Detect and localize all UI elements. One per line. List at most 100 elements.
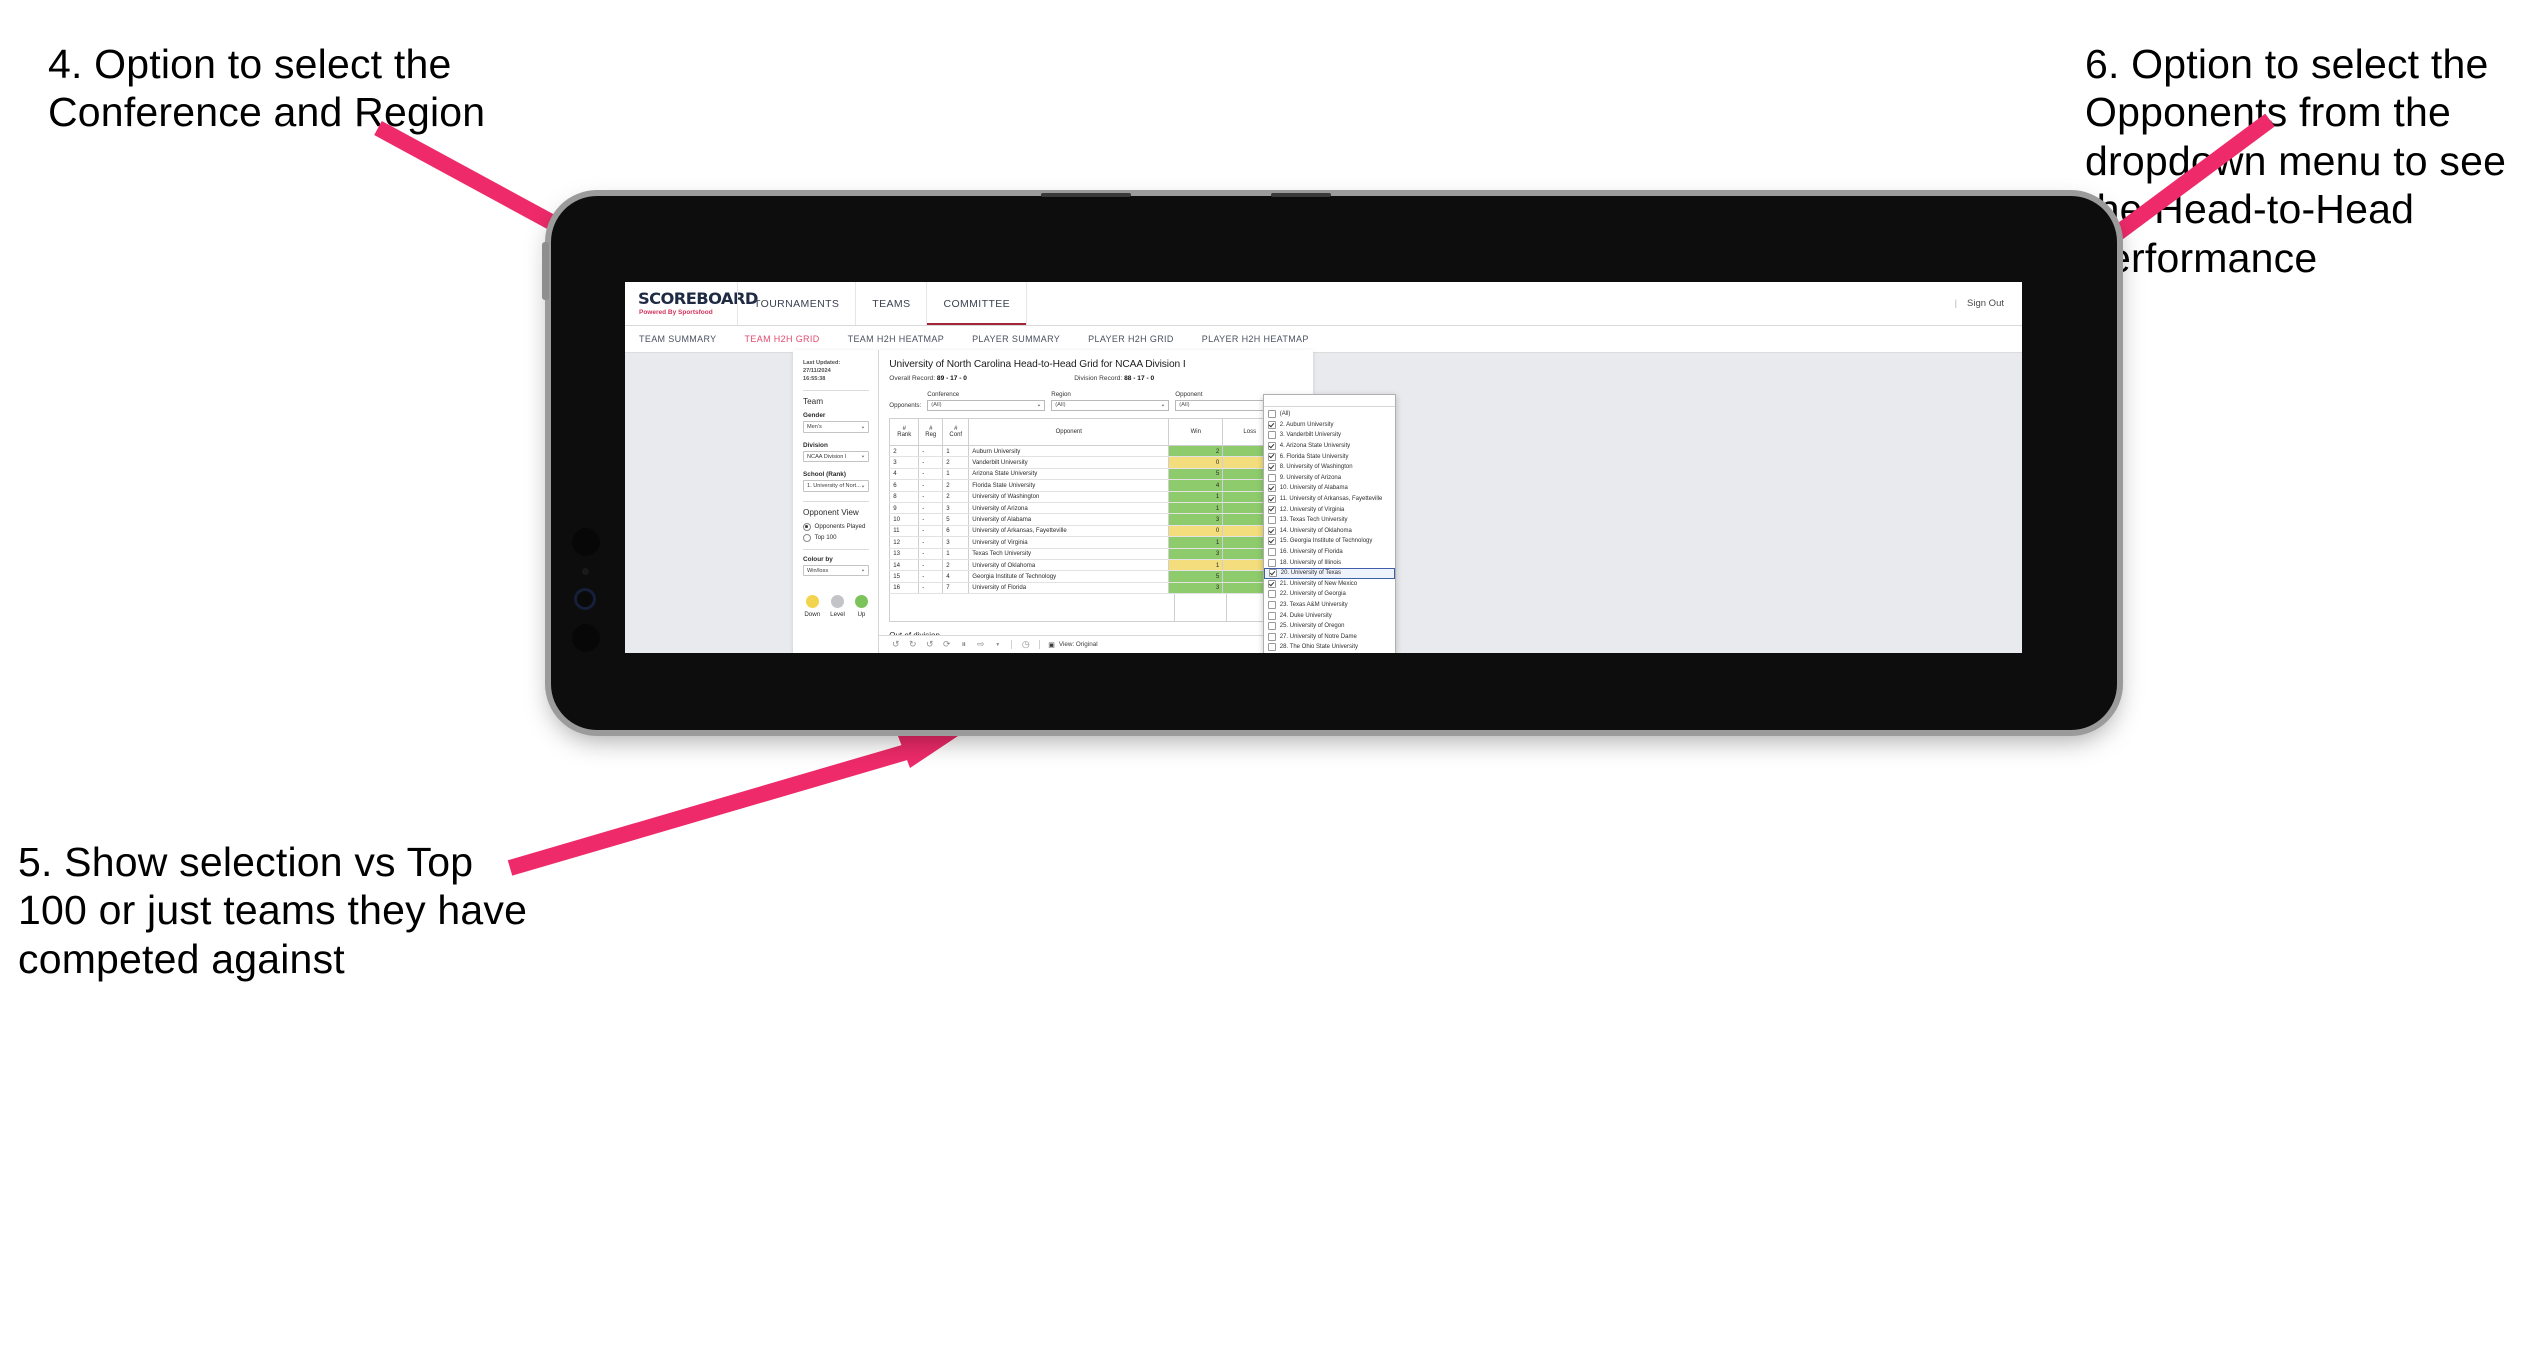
checkbox-icon[interactable]	[1268, 590, 1277, 599]
radio-opponents-played[interactable]: Opponents Played	[803, 522, 869, 531]
cell-rank: 11	[889, 525, 920, 538]
dropdown-item[interactable]: 2. Auburn University	[1264, 420, 1395, 431]
chevron-down-icon: ▼	[860, 484, 866, 488]
dropdown-item[interactable]: 18. University of Illinois	[1264, 557, 1395, 568]
checkbox-icon[interactable]	[1268, 484, 1277, 493]
dropdown-item[interactable]: 22. University of Georgia	[1264, 589, 1395, 600]
nav-tab-teams[interactable]: TEAMS	[855, 282, 926, 325]
table-row[interactable]: 4-1Arizona State University51	[889, 468, 1309, 481]
clock-icon[interactable]: ◷	[1017, 638, 1034, 651]
table-row[interactable]: 16-7University of Florida31	[889, 582, 1309, 595]
subtab-team-h2h-grid[interactable]: TEAM H2H GRID	[731, 334, 834, 344]
dropdown-item[interactable]: 10. University of Alabama	[1264, 483, 1395, 494]
checkbox-icon[interactable]	[1268, 410, 1277, 419]
radio-top-100[interactable]: Top 100	[803, 533, 869, 542]
checkbox-icon[interactable]	[1268, 611, 1277, 620]
table-row[interactable]: 9-3University of Arizona10	[889, 502, 1309, 515]
dropdown-item[interactable]: 14. University of Oklahoma	[1264, 526, 1395, 537]
subtab-team-h2h-heatmap[interactable]: TEAM H2H HEATMAP	[834, 334, 958, 344]
table-row[interactable]: 11-6 University of Arkansas, Fayetteville…	[889, 525, 1309, 538]
table-row[interactable]: 6-2Florida State University42	[889, 479, 1309, 492]
last-updated: Last Updated: 27/11/2024 16:55:38	[803, 359, 869, 383]
dropdown-item[interactable]: 23. Texas A&M University	[1264, 600, 1395, 611]
dropdown-item[interactable]: 8. University of Washington	[1264, 462, 1395, 473]
checkbox-icon[interactable]	[1268, 463, 1277, 472]
dropdown-search-input[interactable]	[1264, 395, 1396, 407]
checkbox-icon[interactable]	[1268, 600, 1277, 609]
checkbox-icon[interactable]	[1268, 516, 1277, 525]
filter-region-select[interactable]: (All) ▼	[1051, 399, 1170, 411]
table-row[interactable]: 10-5University of Alabama30	[889, 513, 1309, 526]
dropdown-item[interactable]: 25. University of Oregon	[1264, 621, 1395, 632]
share-icon[interactable]: ⇨	[972, 638, 989, 651]
school-select[interactable]: 1. University of Nort... ▼	[803, 480, 870, 492]
dropdown-list[interactable]: (All) 2. Auburn University 3. Vanderbilt U…	[1264, 407, 1396, 653]
dropdown-item[interactable]: 21. University of New Mexico	[1264, 579, 1395, 590]
nav-tab-committee[interactable]: COMMITTEE	[926, 282, 1026, 325]
checkbox-icon[interactable]	[1268, 643, 1277, 652]
dropdown-icon[interactable]: ▼	[989, 638, 1006, 651]
opponent-dropdown-panel[interactable]: (All) 2. Auburn University 3. Vanderbilt U…	[1263, 394, 1397, 653]
filter-conference-select[interactable]: (All) ▼	[927, 399, 1046, 411]
table-row[interactable]: 2-1Auburn University21	[889, 445, 1309, 458]
subtab-player-h2h-grid[interactable]: PLAYER H2H GRID	[1074, 334, 1188, 344]
dropdown-item[interactable]: 15. Georgia Institute of Technology	[1264, 536, 1395, 547]
checkbox-icon[interactable]	[1268, 495, 1277, 504]
power-button-icon[interactable]	[542, 242, 549, 300]
colour-by-select[interactable]: Win/loss ▼	[803, 564, 870, 577]
dropdown-item[interactable]: 11. University of Arkansas, Fayetteville	[1264, 494, 1395, 505]
dropdown-item[interactable]: 9. University of Arizona	[1264, 473, 1395, 484]
gender-select[interactable]: Men's ▼	[803, 421, 870, 433]
checkbox-icon[interactable]	[1268, 420, 1277, 429]
cell-rank: 3	[889, 456, 920, 469]
undo-icon[interactable]: ↺	[887, 638, 904, 651]
subtab-player-summary[interactable]: PLAYER SUMMARY	[958, 334, 1074, 344]
dropdown-item[interactable]: 13. Texas Tech University	[1264, 515, 1395, 526]
subtab-team-summary[interactable]: TEAM SUMMARY	[639, 334, 731, 344]
checkbox-icon[interactable]	[1268, 632, 1277, 641]
checkbox-icon[interactable]	[1268, 473, 1277, 482]
table-row[interactable]: 15-4Georgia Institute of Technology50	[889, 570, 1309, 583]
gender-value: Men's	[807, 424, 822, 431]
checkbox-icon[interactable]	[1268, 526, 1277, 535]
revert-icon[interactable]: ↺	[921, 638, 938, 651]
table-row[interactable]: 13-1Texas Tech University30	[889, 548, 1309, 560]
table-row[interactable]: 3-2Vanderbilt University04	[889, 456, 1309, 469]
checkbox-icon[interactable]	[1268, 579, 1277, 588]
refresh-icon[interactable]: ⟳	[938, 638, 955, 651]
table-row[interactable]: 12-3University of Virginia10	[889, 536, 1309, 549]
dropdown-item[interactable]: 16. University of Florida	[1264, 547, 1395, 558]
cell-opponent: Georgia Institute of Technology	[968, 570, 1170, 583]
table-row[interactable]: 14-2University of Oklahoma12	[889, 559, 1309, 572]
dropdown-item[interactable]: (All)	[1264, 409, 1395, 420]
checkbox-icon[interactable]	[1268, 537, 1277, 546]
checkbox-icon[interactable]	[1268, 558, 1277, 567]
division-value: NCAA Division I	[807, 453, 847, 460]
division-select[interactable]: NCAA Division I ▼	[803, 450, 870, 463]
subtab-player-h2h-heatmap[interactable]: PLAYER H2H HEATMAP	[1188, 334, 1323, 344]
cell-reg: -	[918, 570, 944, 583]
dropdown-item[interactable]: 28. The Ohio State University	[1264, 642, 1395, 653]
view-original-button[interactable]: ▣ View: Original	[1048, 641, 1097, 649]
dropdown-item[interactable]: 24. Duke University	[1264, 610, 1395, 621]
checkbox-icon[interactable]	[1268, 548, 1277, 557]
dropdown-item[interactable]: 12. University of Virginia	[1264, 504, 1395, 515]
checkbox-icon[interactable]	[1268, 505, 1277, 514]
checkbox-icon[interactable]	[1268, 622, 1277, 631]
dropdown-item[interactable]: 6. Florida State University	[1264, 451, 1395, 462]
pause-icon[interactable]: ⏸	[955, 638, 972, 651]
table-row[interactable]: 8-2University of Washington10	[889, 491, 1309, 503]
checkbox-icon[interactable]	[1268, 442, 1277, 451]
dropdown-item[interactable]: 20. University of Texas	[1264, 567, 1396, 579]
sign-out-link[interactable]: Sign Out	[1967, 298, 2004, 309]
dropdown-item[interactable]: 27. University of Notre Dame	[1264, 631, 1395, 642]
dropdown-item[interactable]: 3. Vanderbilt University	[1264, 430, 1395, 441]
brand-logo[interactable]: SCOREBOARD Powered By Sportsfood	[625, 282, 758, 325]
sign-out-area[interactable]: | Sign Out	[1955, 282, 2022, 325]
checkbox-icon[interactable]	[1269, 569, 1278, 578]
redo-icon[interactable]: ↻	[904, 638, 921, 651]
nav-tab-tournaments[interactable]: TOURNAMENTS	[737, 282, 855, 325]
checkbox-icon[interactable]	[1268, 431, 1277, 440]
dropdown-item[interactable]: 4. Arizona State University	[1264, 441, 1395, 452]
checkbox-icon[interactable]	[1268, 452, 1277, 461]
